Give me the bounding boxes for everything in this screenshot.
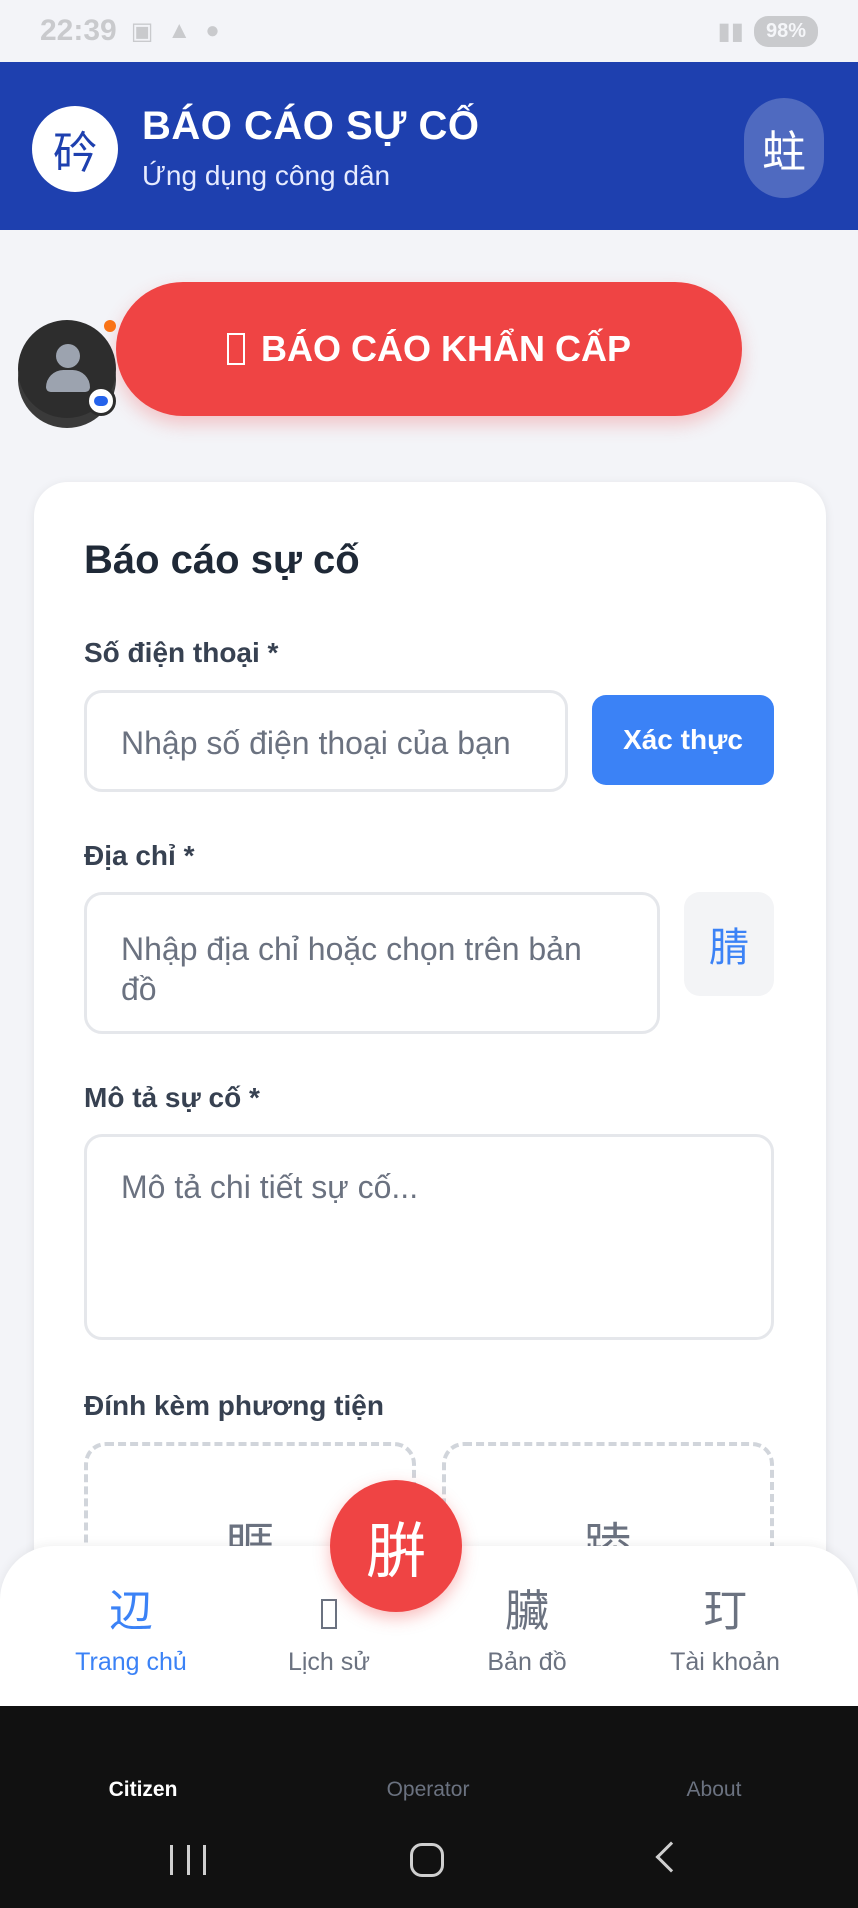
map-icon: 臟 xyxy=(505,1587,549,1636)
emergency-report-label: BÁO CÁO KHẨN CẤP xyxy=(260,328,631,369)
chat-badge-icon xyxy=(86,386,116,416)
tab-citizen[interactable]: Citizen xyxy=(43,1778,243,1802)
nav-label-history: Lịch sử xyxy=(287,1648,371,1676)
map-pick-button[interactable]: 腈 xyxy=(684,892,774,996)
phone-input[interactable]: Nhập số điện thoại của bạn xyxy=(84,690,568,792)
description-textarea[interactable]: Mô tả chi tiết sự cố... xyxy=(84,1134,774,1340)
messenger-icon: ● xyxy=(205,17,220,44)
app-logo-icon: 砛 xyxy=(32,106,118,192)
recents-icon[interactable] xyxy=(170,1845,206,1875)
header-menu-button[interactable]: 蛀 xyxy=(744,98,824,198)
verify-button[interactable]: Xác thực xyxy=(592,695,774,785)
account-icon: 玎 xyxy=(703,1587,747,1636)
description-label: Mô tả sự cố * xyxy=(84,1082,260,1113)
person-body-icon xyxy=(46,370,90,392)
battery-indicator: 98% xyxy=(753,15,818,47)
status-right: ▮▮ 98% xyxy=(717,15,818,47)
quick-report-fab[interactable]: 腁 xyxy=(330,1480,462,1612)
tab-operator[interactable]: Operator xyxy=(328,1778,528,1802)
address-label: Địa chỉ * xyxy=(84,840,195,871)
app-subtitle: Ứng dụng công dân xyxy=(142,160,391,191)
signal-icon: ▮▮ xyxy=(717,17,744,45)
floating-chat-avatar[interactable] xyxy=(18,320,116,432)
tab-about[interactable]: About xyxy=(614,1778,814,1802)
media-label: Đính kèm phương tiện xyxy=(84,1390,384,1421)
notification-icon: ▣ xyxy=(130,17,154,45)
app-header: 砛 BÁO CÁO SỰ CỐ Ứng dụng công dân 蛀 xyxy=(0,62,858,230)
address-input[interactable]: Nhập địa chỉ hoặc chọn trên bản đồ xyxy=(84,892,660,1034)
status-left: 22:39 ▣ ▲ ● xyxy=(40,14,220,48)
person-icon xyxy=(56,344,80,368)
status-bar: 22:39 ▣ ▲ ● ▮▮ 98% xyxy=(0,0,858,62)
app-title: BÁO CÁO SỰ CỐ xyxy=(142,104,480,148)
alert-icon: ▲ xyxy=(167,17,192,44)
emergency-icon xyxy=(226,333,245,365)
nav-item-account[interactable]: 玎 Tài khoản xyxy=(635,1584,815,1677)
nav-label-map: Bản đồ xyxy=(487,1648,567,1676)
nav-label-account: Tài khoản xyxy=(670,1648,780,1676)
nav-item-home[interactable]: 辺 Trang chủ xyxy=(41,1584,221,1677)
notification-dot xyxy=(104,320,116,332)
emergency-report-button[interactable]: BÁO CÁO KHẨN CẤP xyxy=(116,282,742,416)
phone-label: Số điện thoại * xyxy=(84,637,279,668)
home-icon: 辺 xyxy=(109,1587,153,1636)
status-time: 22:39 xyxy=(40,14,117,47)
home-button-icon[interactable] xyxy=(410,1843,444,1877)
nav-item-map[interactable]: 臟 Bản đồ xyxy=(437,1584,617,1677)
nav-label-home: Trang chủ xyxy=(75,1648,187,1676)
form-title: Báo cáo sự cố xyxy=(84,538,360,582)
